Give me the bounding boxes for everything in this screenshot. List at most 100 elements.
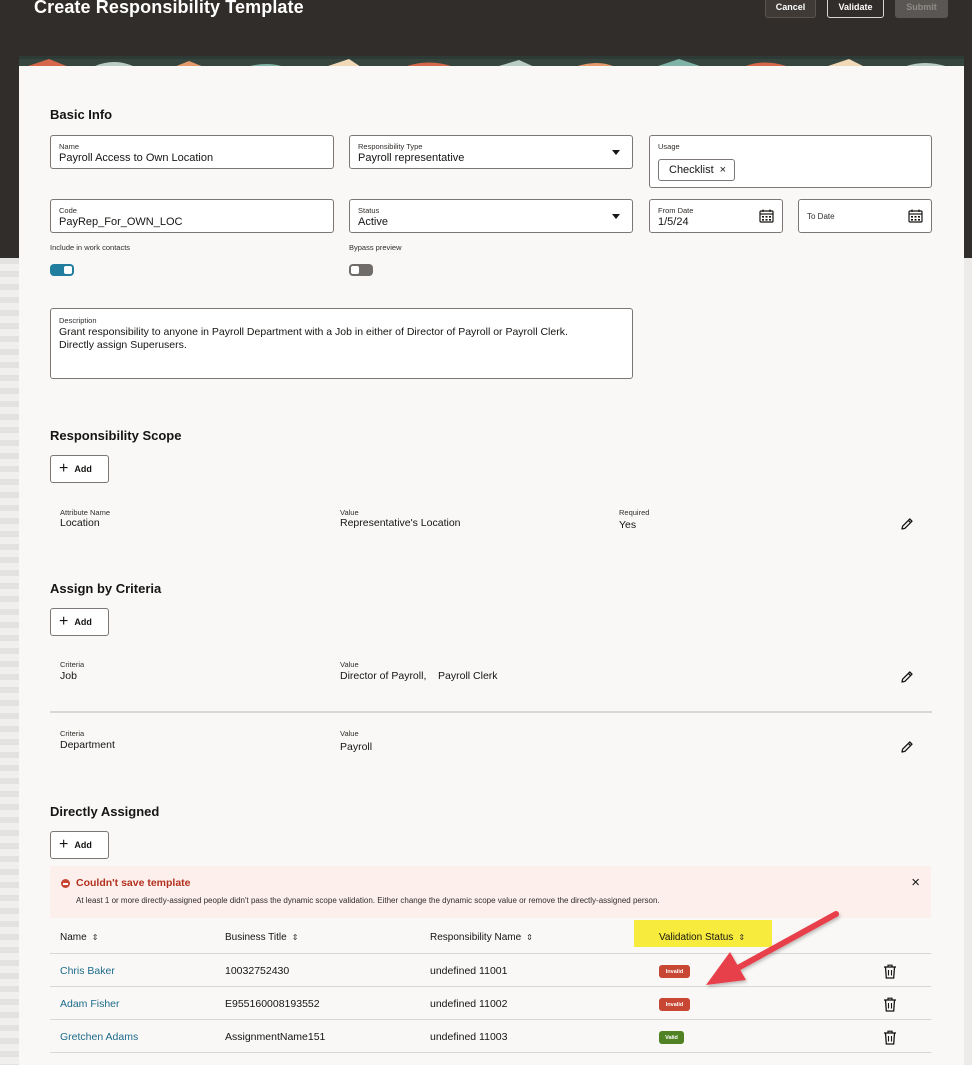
background-texture: [0, 258, 19, 1065]
section-heading-responsibility-scope: Responsibility Scope: [50, 428, 182, 443]
row-divider: [50, 1052, 931, 1053]
sort-icon: ⇕: [526, 933, 533, 942]
include-in-work-contacts-toggle[interactable]: [50, 264, 74, 276]
section-heading-basic-info: Basic Info: [50, 107, 113, 122]
responsibility-type-value: Payroll representative: [358, 152, 465, 164]
responsibility-type-label: Responsibility Type: [358, 142, 423, 151]
name-field[interactable]: Name Payroll Access to Own Location: [50, 135, 334, 169]
trash-icon[interactable]: [883, 997, 897, 1012]
from-date-field[interactable]: From Date 1/5/24: [649, 199, 783, 233]
to-date-field[interactable]: To Date: [798, 199, 932, 233]
code-field[interactable]: Code PayRep_For_OWN_LOC: [50, 199, 334, 233]
column-header-validation-status[interactable]: Validation Status ⇕: [659, 932, 745, 943]
divider: [50, 711, 932, 713]
chevron-down-icon: [612, 214, 620, 219]
sort-icon: ⇕: [91, 933, 99, 942]
criteria-label: Criteria: [60, 729, 85, 738]
add-person-button[interactable]: + Add: [50, 831, 109, 859]
business-title-cell: E955160008193552: [225, 998, 320, 1010]
error-message: At least 1 or more directly-assigned peo…: [76, 896, 660, 905]
description-line-2: Directly assign Superusers.: [59, 339, 187, 351]
close-icon[interactable]: ×: [720, 164, 726, 176]
column-header-label: Validation Status: [659, 932, 734, 943]
column-header-label: Name: [60, 932, 87, 943]
add-scope-button[interactable]: + Add: [50, 455, 109, 483]
trash-icon[interactable]: [883, 1030, 897, 1045]
required-label: Required: [619, 508, 650, 517]
attribute-name-value: Location: [60, 517, 100, 529]
scope-value: Representative's Location: [340, 517, 461, 529]
description-field[interactable]: Description Grant responsibility to anyo…: [50, 308, 633, 379]
section-heading-assign-by-criteria: Assign by Criteria: [50, 581, 162, 596]
responsibility-name-cell: undefined 11003: [430, 1031, 508, 1043]
status-select[interactable]: Status Active: [349, 199, 633, 233]
edit-pencil-icon[interactable]: [900, 670, 914, 684]
person-name-link[interactable]: Chris Baker: [60, 965, 115, 977]
section-heading-directly-assigned: Directly Assigned: [50, 804, 160, 819]
person-name-link[interactable]: Gretchen Adams: [60, 1031, 138, 1043]
edit-pencil-icon[interactable]: [900, 517, 914, 531]
attribute-name-label: Attribute Name: [60, 508, 111, 517]
criteria-value-text: Payroll: [340, 741, 373, 753]
error-title: Couldn't save template: [76, 877, 191, 889]
status-badge: Invalid: [659, 965, 690, 978]
criteria-value-label: Value: [340, 729, 359, 738]
trash-icon[interactable]: [883, 964, 897, 979]
submit-button[interactable]: Submit: [895, 0, 948, 18]
usage-field[interactable]: Usage Checklist ×: [649, 135, 932, 188]
usage-label: Usage: [658, 142, 680, 151]
column-header-name[interactable]: Name ⇕: [60, 932, 98, 943]
add-label: Add: [74, 464, 92, 474]
status-value: Active: [358, 216, 388, 228]
from-date-value: 1/5/24: [658, 216, 689, 228]
page-title: Create Responsibility Template: [34, 0, 304, 17]
status-badge: Invalid: [659, 998, 690, 1011]
form-card: Basic Info Name Payroll Access to Own Lo…: [19, 66, 964, 1065]
code-label: Code: [59, 206, 77, 215]
calendar-icon[interactable]: [759, 209, 774, 223]
column-header-label: Responsibility Name: [430, 932, 522, 943]
row-divider: [50, 1019, 931, 1020]
description-line-1: Grant responsibility to anyone in Payrol…: [59, 326, 568, 338]
toggle-knob: [351, 266, 359, 274]
responsibility-name-cell: undefined 11002: [430, 998, 508, 1010]
plus-icon: +: [59, 460, 69, 477]
status-label: Status: [358, 206, 380, 215]
toggle-knob: [64, 266, 72, 274]
status-badge: Valid: [659, 1031, 684, 1044]
chevron-down-icon: [612, 150, 620, 155]
column-header-responsibility-name[interactable]: Responsibility Name ⇕: [430, 932, 533, 943]
required-value: Yes: [619, 519, 637, 531]
column-header-business-title[interactable]: Business Title ⇕: [225, 932, 298, 943]
row-divider: [50, 953, 931, 954]
sort-icon: ⇕: [291, 933, 299, 942]
person-name-link[interactable]: Adam Fisher: [60, 998, 120, 1010]
close-icon[interactable]: ×: [911, 874, 920, 891]
criteria-label: Criteria: [60, 660, 85, 669]
bypass-preview-label: Bypass preview: [349, 243, 402, 252]
code-value: PayRep_For_OWN_LOC: [59, 216, 183, 228]
to-date-label: To Date: [807, 212, 835, 221]
decorative-banner: [19, 56, 964, 66]
error-icon: [61, 879, 70, 888]
usage-chip[interactable]: Checklist ×: [658, 159, 736, 181]
responsibility-type-select[interactable]: Responsibility Type Payroll representati…: [349, 135, 633, 169]
scope-value-label: Value: [340, 508, 359, 517]
bypass-preview-toggle[interactable]: [349, 264, 373, 276]
criteria-value: Department: [60, 739, 115, 751]
cancel-button[interactable]: Cancel: [765, 0, 816, 18]
column-header-label: Business Title: [225, 932, 287, 943]
from-date-label: From Date: [658, 206, 694, 215]
include-in-work-contacts-label: Include in work contacts: [50, 243, 131, 252]
criteria-value-label: Value: [340, 660, 359, 669]
usage-chip-label: Checklist: [669, 164, 714, 176]
plus-icon: +: [59, 613, 69, 630]
business-title-cell: AssignmentName151: [225, 1031, 326, 1043]
description-label: Description: [59, 316, 97, 325]
edit-pencil-icon[interactable]: [900, 740, 914, 754]
criteria-value-text: Director of Payroll, Payroll Clerk: [340, 670, 498, 682]
add-criteria-button[interactable]: + Add: [50, 608, 109, 636]
calendar-icon[interactable]: [908, 209, 923, 223]
validate-button[interactable]: Validate: [827, 0, 884, 18]
add-label: Add: [74, 840, 92, 850]
